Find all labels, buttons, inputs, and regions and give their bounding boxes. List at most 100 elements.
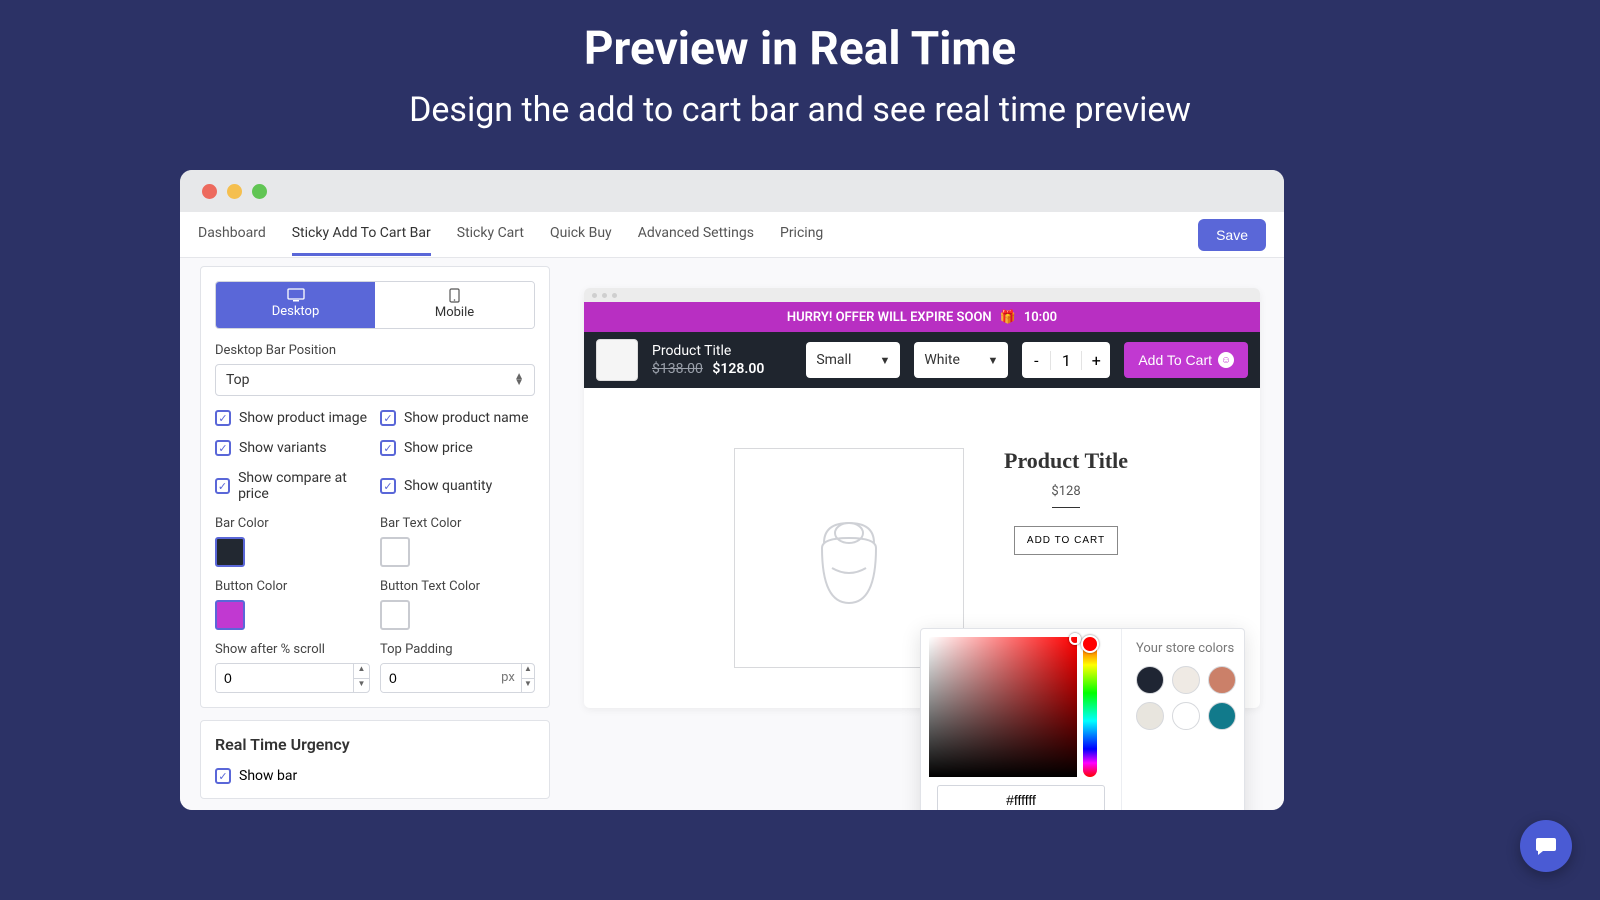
add-to-cart-button[interactable]: Add To Cart ☺ [1124,342,1248,378]
bar-color-swatch[interactable] [215,537,245,567]
check-show-image[interactable]: ✓ Show product image [215,410,370,426]
check-show-variants[interactable]: ✓ Show variants [215,440,370,456]
product-title: Product Title [652,342,764,360]
bar-text-color-swatch[interactable] [380,537,410,567]
window-titlebar [180,170,1284,212]
window-zoom-dot[interactable] [252,184,267,199]
hue-cursor[interactable] [1081,635,1099,653]
store-swatch[interactable] [1172,666,1200,694]
bar-position-label: Desktop Bar Position [215,343,535,358]
check-label: Show price [404,440,473,456]
check-show-compare[interactable]: ✓ Show compare at price [215,470,370,502]
price-divider [1052,507,1080,508]
bar-position-value: Top [226,372,250,388]
urgency-panel: Real Time Urgency ✓ Show bar [200,720,550,799]
scroll-label: Show after % scroll [215,642,370,657]
save-button[interactable]: Save [1198,219,1266,251]
checkbox-icon: ✓ [380,478,396,494]
sv-cursor[interactable] [1069,633,1081,645]
checkbox-icon: ✓ [380,440,396,456]
hero-title: Preview in Real Time [0,22,1600,76]
backpack-icon [804,508,894,608]
page-product-price: $128 [1004,484,1128,499]
urgency-bar: HURRY! OFFER WILL EXPIRE SOON 🎁 10:00 [584,302,1260,332]
checkbox-icon: ✓ [215,478,230,494]
check-show-price[interactable]: ✓ Show price [380,440,535,456]
scroll-input-wrap: ▲▼ [215,663,370,693]
nav-tabs: Dashboard Sticky Add To Cart Bar Sticky … [198,213,823,256]
hex-input[interactable] [937,785,1105,810]
padding-unit: px [495,664,521,692]
window-minimize-dot[interactable] [227,184,242,199]
qty-decrement[interactable]: - [1022,351,1050,370]
store-swatch[interactable] [1208,702,1236,730]
product-thumbnail [596,339,638,381]
product-info: Product Title $138.00 $128.00 [652,342,764,378]
variant-size-select[interactable]: Small ▼ [806,342,900,378]
app-window: Dashboard Sticky Add To Cart Bar Sticky … [180,170,1284,810]
checkbox-icon: ✓ [215,440,231,456]
gift-icon: 🎁 [1000,310,1016,325]
select-arrows-icon: ▲▼ [514,374,524,386]
saturation-value-field[interactable] [929,637,1077,777]
sticky-atc-bar: Product Title $138.00 $128.00 Small ▼ Wh… [584,332,1260,388]
scroll-input[interactable] [216,664,353,692]
check-show-qty[interactable]: ✓ Show quantity [380,470,535,502]
device-tabs: Desktop Mobile [215,281,535,329]
button-text-color-label: Button Text Color [380,579,535,594]
check-show-bar[interactable]: ✓ Show bar [215,768,535,784]
store-swatch[interactable] [1208,666,1236,694]
product-price: $128.00 [712,361,764,377]
compare-price: $138.00 [652,361,703,377]
desktop-icon [287,288,305,302]
check-show-name[interactable]: ✓ Show product name [380,410,535,426]
atc-label: Add To Cart [1138,352,1212,368]
chat-launcher[interactable] [1520,820,1572,872]
scroll-spinner[interactable]: ▲▼ [353,664,369,692]
store-swatch[interactable] [1172,702,1200,730]
padding-label: Top Padding [380,642,535,657]
hero-subtitle: Design the add to cart bar and see real … [0,90,1600,130]
button-color-swatch[interactable] [215,600,245,630]
tab-advanced[interactable]: Advanced Settings [638,213,754,256]
qty-value: 1 [1050,351,1082,370]
urgency-time: 10:00 [1024,310,1057,325]
bar-color-label: Bar Color [215,516,370,531]
tab-pricing[interactable]: Pricing [780,213,823,256]
device-tab-mobile[interactable]: Mobile [375,282,534,328]
tab-sticky-atc[interactable]: Sticky Add To Cart Bar [292,213,431,256]
button-color-label: Button Color [215,579,370,594]
tab-sticky-cart[interactable]: Sticky Cart [457,213,524,256]
hue-slider[interactable] [1083,637,1097,777]
check-label: Show quantity [404,478,492,494]
preview-area: HURRY! OFFER WILL EXPIRE SOON 🎁 10:00 Pr… [550,258,1284,810]
qty-increment[interactable]: + [1082,351,1110,370]
app-body: Desktop Mobile Desktop Bar Position Top … [180,258,1284,810]
device-tab-mobile-label: Mobile [435,305,474,320]
hero: Preview in Real Time Design the add to c… [0,0,1600,130]
checkbox-icon: ✓ [215,768,231,784]
store-colors [1136,666,1236,730]
variant-color-select[interactable]: White ▼ [914,342,1008,378]
chevron-down-icon: ▼ [987,354,998,367]
device-tab-desktop[interactable]: Desktop [216,282,375,328]
padding-input[interactable] [381,664,495,692]
bar-position-select[interactable]: Top ▲▼ [215,364,535,396]
store-swatch[interactable] [1136,702,1164,730]
preview-mini-titlebar [584,288,1260,302]
quantity-stepper: - 1 + [1022,342,1110,378]
variant-color-value: White [924,352,960,368]
tab-quick-buy[interactable]: Quick Buy [550,213,612,256]
button-text-color-swatch[interactable] [380,600,410,630]
padding-spinner[interactable]: ▲▼ [521,664,534,692]
check-label: Show product name [404,410,529,426]
window-close-dot[interactable] [202,184,217,199]
padding-input-wrap: px ▲▼ [380,663,535,693]
color-picker-popup: Your store colors [920,628,1245,810]
store-swatch[interactable] [1136,666,1164,694]
check-label: Show product image [239,410,367,426]
store-colors-label: Your store colors [1136,641,1236,656]
page-add-to-cart-button[interactable]: ADD TO CART [1014,526,1118,555]
urgency-text: HURRY! OFFER WILL EXPIRE SOON [787,310,992,325]
tab-dashboard[interactable]: Dashboard [198,213,266,256]
